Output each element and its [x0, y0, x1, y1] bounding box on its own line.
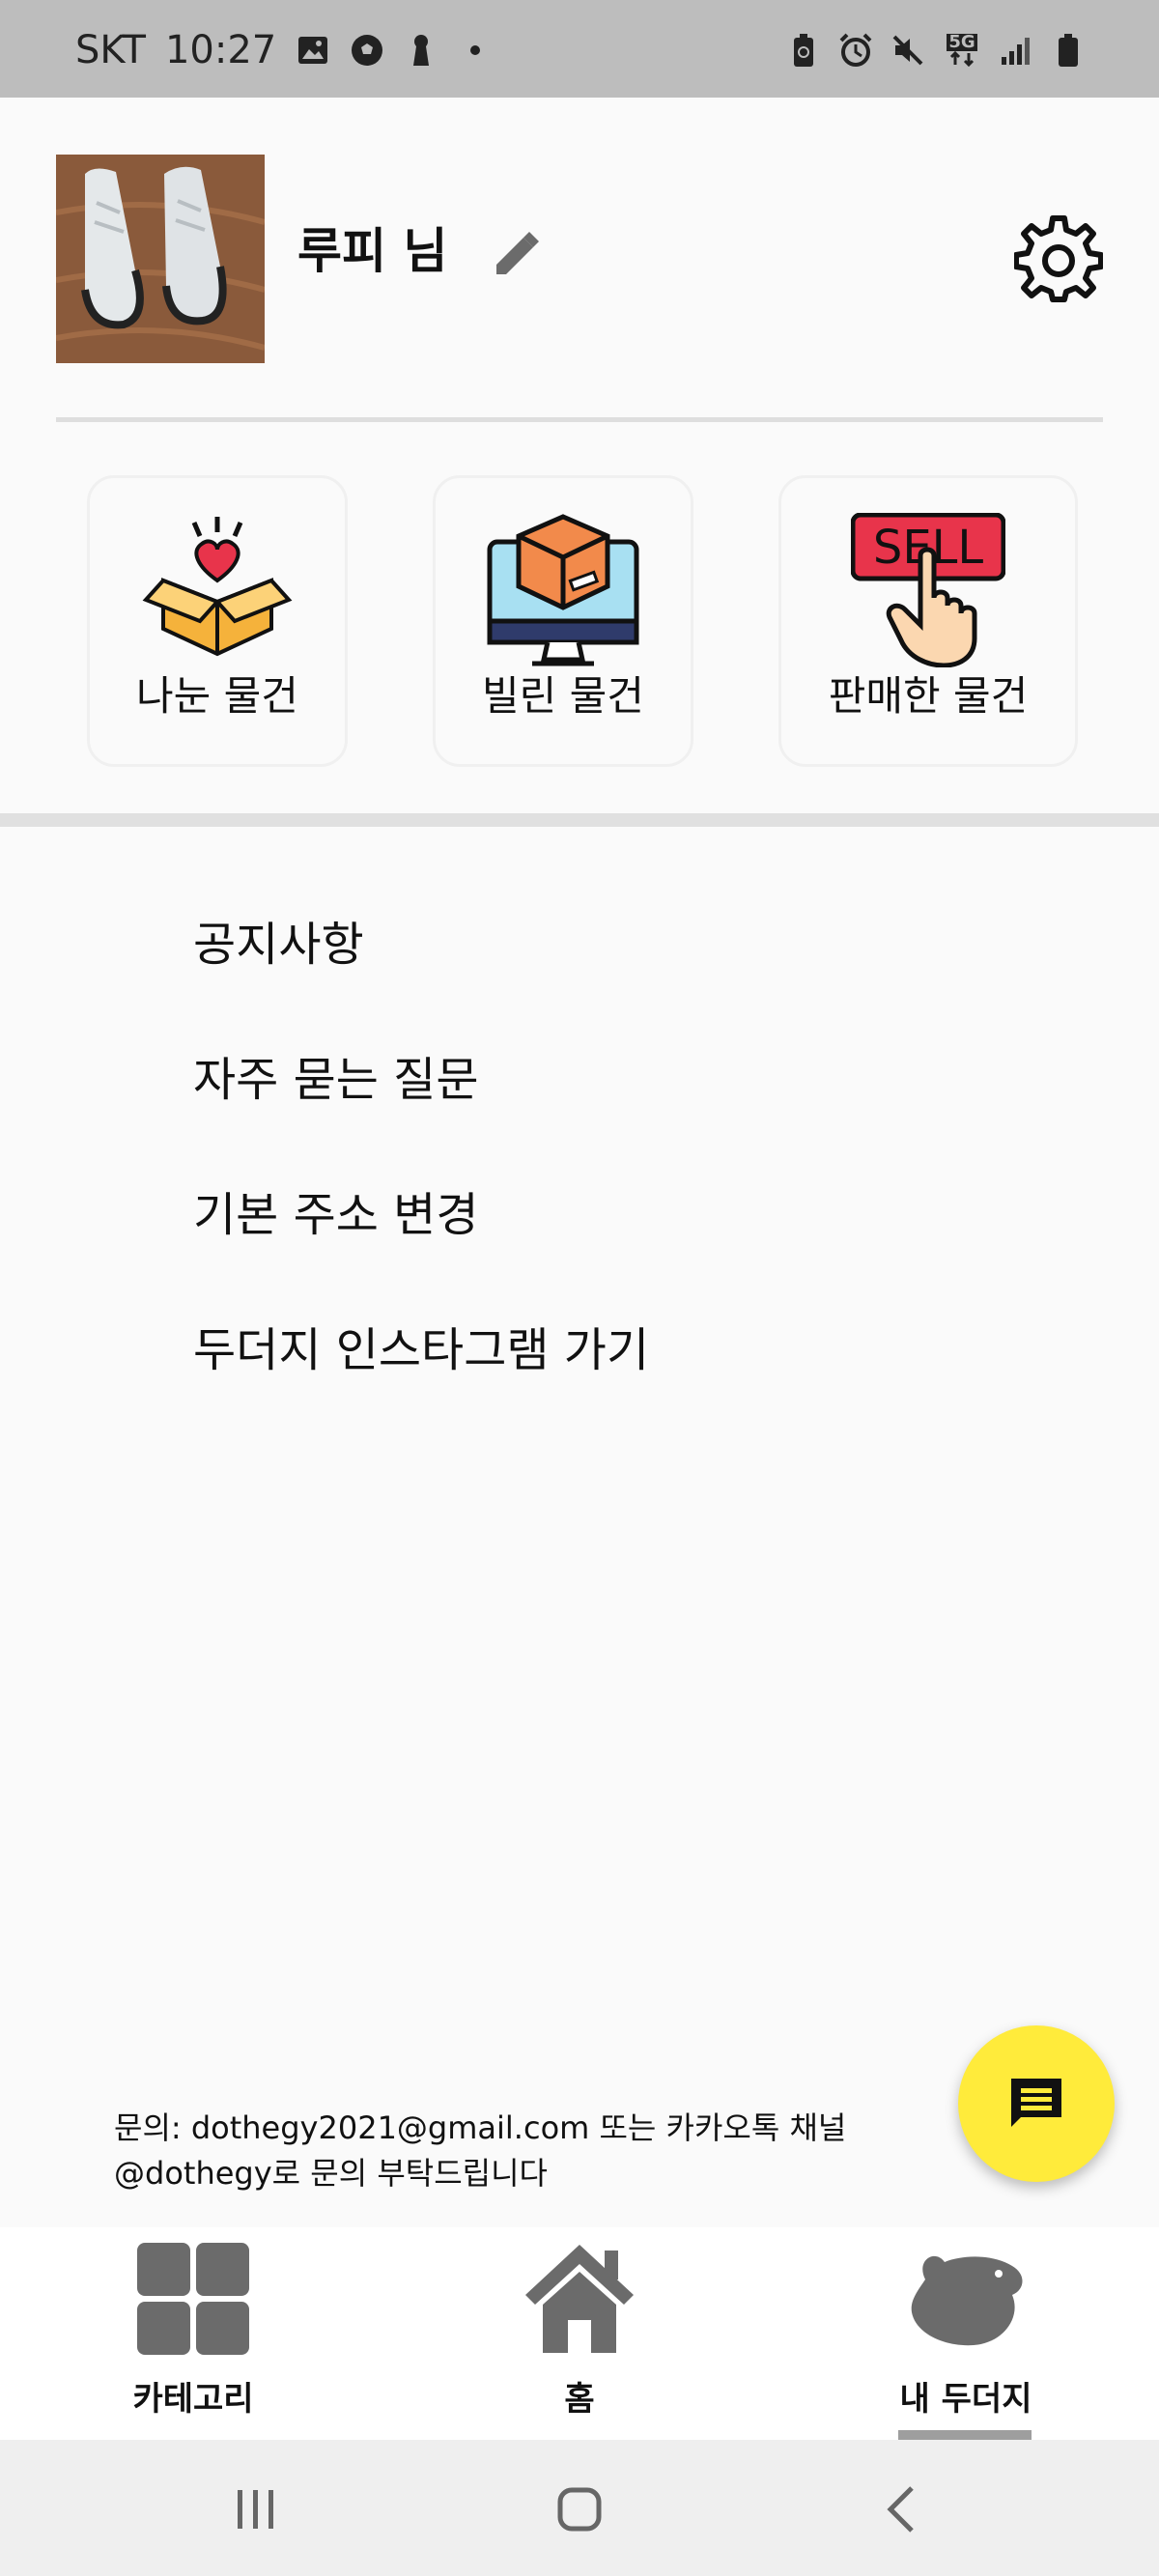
- menu-item-instagram[interactable]: 두더지 인스타그램 가기: [193, 1314, 649, 1449]
- 5g-icon: 5G: [943, 33, 981, 68]
- nav-tab-home[interactable]: 홈: [435, 2227, 724, 2440]
- bottom-nav: 카테고리 홈 내 두더지: [0, 2227, 1159, 2440]
- soccer-ball-icon: [350, 33, 384, 68]
- home-button-icon[interactable]: [551, 2480, 608, 2538]
- grid-icon: [137, 2243, 249, 2355]
- signal-icon: [999, 33, 1033, 68]
- profile-name: 루피 님: [297, 223, 448, 279]
- mole-icon: [911, 2255, 1023, 2346]
- nav-tab-category[interactable]: 카테고리: [48, 2227, 338, 2440]
- contact-line-2: @dothegy로 문의 부탁드립니다: [114, 2155, 548, 2192]
- menu-item-faq[interactable]: 자주 묻는 질문: [193, 1043, 649, 1178]
- keyhole-icon: [404, 33, 438, 68]
- back-icon[interactable]: [873, 2480, 931, 2538]
- status-right: 5G: [786, 33, 1086, 68]
- menu-item-change-address[interactable]: 기본 주소 변경: [193, 1178, 649, 1314]
- status-bar: SKT 10:27 5G: [0, 0, 1159, 98]
- tile-label: 판매한 물건: [828, 672, 1029, 720]
- battery-saver-icon: [786, 33, 821, 68]
- settings-menu: 공지사항 자주 묻는 질문 기본 주소 변경 두더지 인스타그램 가기: [193, 908, 649, 1449]
- mute-icon: [890, 33, 925, 68]
- profile-divider: [56, 417, 1103, 422]
- chat-icon: [1011, 2079, 1061, 2127]
- system-nav-bar: [0, 2440, 1159, 2576]
- network-label: 5G: [947, 32, 977, 52]
- battery-icon: [1051, 33, 1086, 68]
- tile-borrowed-items[interactable]: 빌린 물건: [433, 475, 693, 767]
- status-left: SKT 10:27: [75, 29, 493, 71]
- nav-label: 카테고리: [132, 2380, 254, 2419]
- tile-sold-items[interactable]: SELL 판매한 물건: [778, 475, 1078, 767]
- pencil-icon[interactable]: [489, 228, 543, 282]
- tile-shared-items[interactable]: 나눈 물건: [87, 475, 348, 767]
- contact-info: 문의: dothegy2021@gmail.com 또는 카카오톡 채널 @do…: [114, 2106, 848, 2196]
- menu-item-notices[interactable]: 공지사항: [193, 908, 649, 1043]
- heart-box-icon: [142, 517, 293, 657]
- nav-label: 내 두더지: [899, 2380, 1032, 2419]
- avatar[interactable]: [56, 155, 265, 363]
- tile-label: 나눈 물건: [136, 672, 298, 720]
- contact-line-1: 문의: dothegy2021@gmail.com 또는 카카오톡 채널: [114, 2109, 847, 2146]
- home-icon: [525, 2245, 634, 2353]
- recent-apps-icon[interactable]: [226, 2480, 284, 2538]
- chat-fab-button[interactable]: [958, 2025, 1115, 2182]
- sell-sign-icon: SELL: [851, 513, 1005, 667]
- profile-header: 루피 님: [56, 155, 1104, 363]
- monitor-box-icon: [487, 514, 639, 666]
- gear-icon[interactable]: [1013, 214, 1104, 303]
- nav-label: 홈: [564, 2380, 595, 2419]
- clock: 10:27: [164, 28, 277, 72]
- gallery-icon: [296, 33, 330, 68]
- active-tab-indicator: [898, 2430, 1032, 2440]
- alarm-icon: [838, 33, 873, 68]
- tile-label: 빌린 물건: [482, 672, 644, 720]
- nav-tab-my-mole[interactable]: 내 두더지: [821, 2227, 1111, 2440]
- carrier-label: SKT: [75, 28, 146, 72]
- dot-icon: [458, 33, 493, 68]
- section-divider: [0, 813, 1159, 827]
